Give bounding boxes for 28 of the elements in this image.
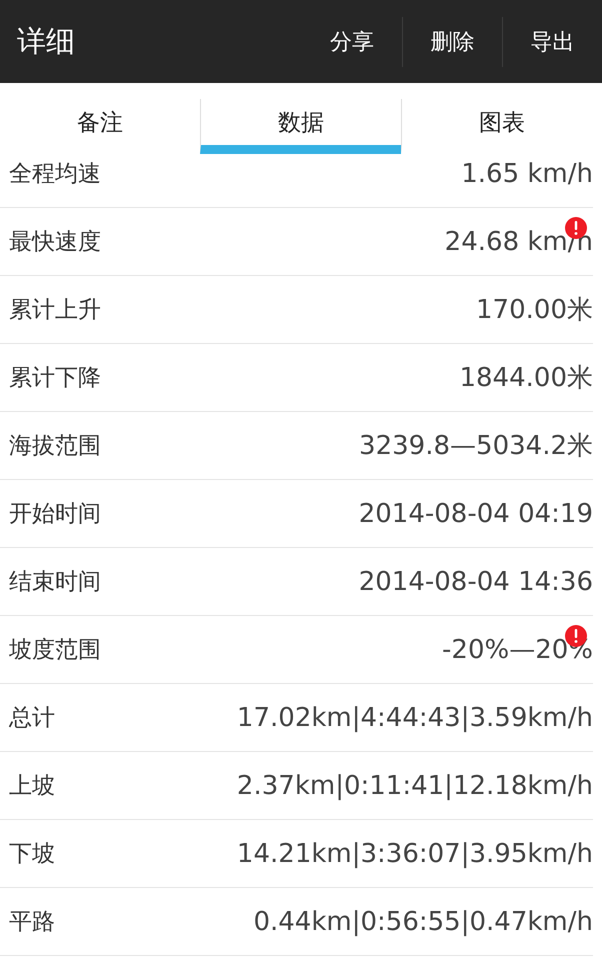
row-label: 最快速度	[9, 228, 101, 257]
row-label: 结束时间	[9, 568, 101, 597]
row-label: 坡度范围	[9, 636, 101, 665]
row-label: 海拔范围	[9, 432, 101, 461]
row-value: 170.00米	[476, 294, 593, 327]
row-value: 2.37km|0:11:41|12.18km/h	[236, 770, 593, 800]
action-button[interactable]: 导出	[502, 16, 602, 66]
row-label: 开始时间	[9, 500, 101, 529]
row-value: 17.02km|4:44:43|3.59km/h	[236, 702, 593, 732]
row-value: 2014-08-04 04:19	[358, 498, 593, 528]
row-label: 累计上升	[9, 296, 101, 325]
tab[interactable]: 数据	[200, 99, 401, 154]
row-label: 总计	[9, 704, 55, 733]
action-button[interactable]: 删除	[402, 16, 502, 66]
row-value: 14.21km|3:36:07|3.95km/h	[236, 838, 593, 868]
row-value: 1.65 km/h	[461, 158, 593, 188]
page-title: 详细	[16, 22, 75, 60]
row-label: 累计下降	[9, 364, 101, 393]
row-value: 1844.00米	[459, 362, 593, 395]
action-button[interactable]: 分享	[302, 16, 402, 66]
row-value: 2014-08-04 14:36	[358, 566, 593, 596]
row-value: 3239.8—5034.2米	[359, 430, 593, 463]
row-label: 全程均速	[9, 160, 101, 189]
tab[interactable]: 图表	[401, 99, 602, 154]
row-label: 平路	[9, 908, 55, 937]
row-label: 上坡	[9, 772, 55, 801]
row-label: 下坡	[9, 840, 55, 869]
row-value: 0.44km|0:56:55|0.47km/h	[253, 906, 593, 936]
